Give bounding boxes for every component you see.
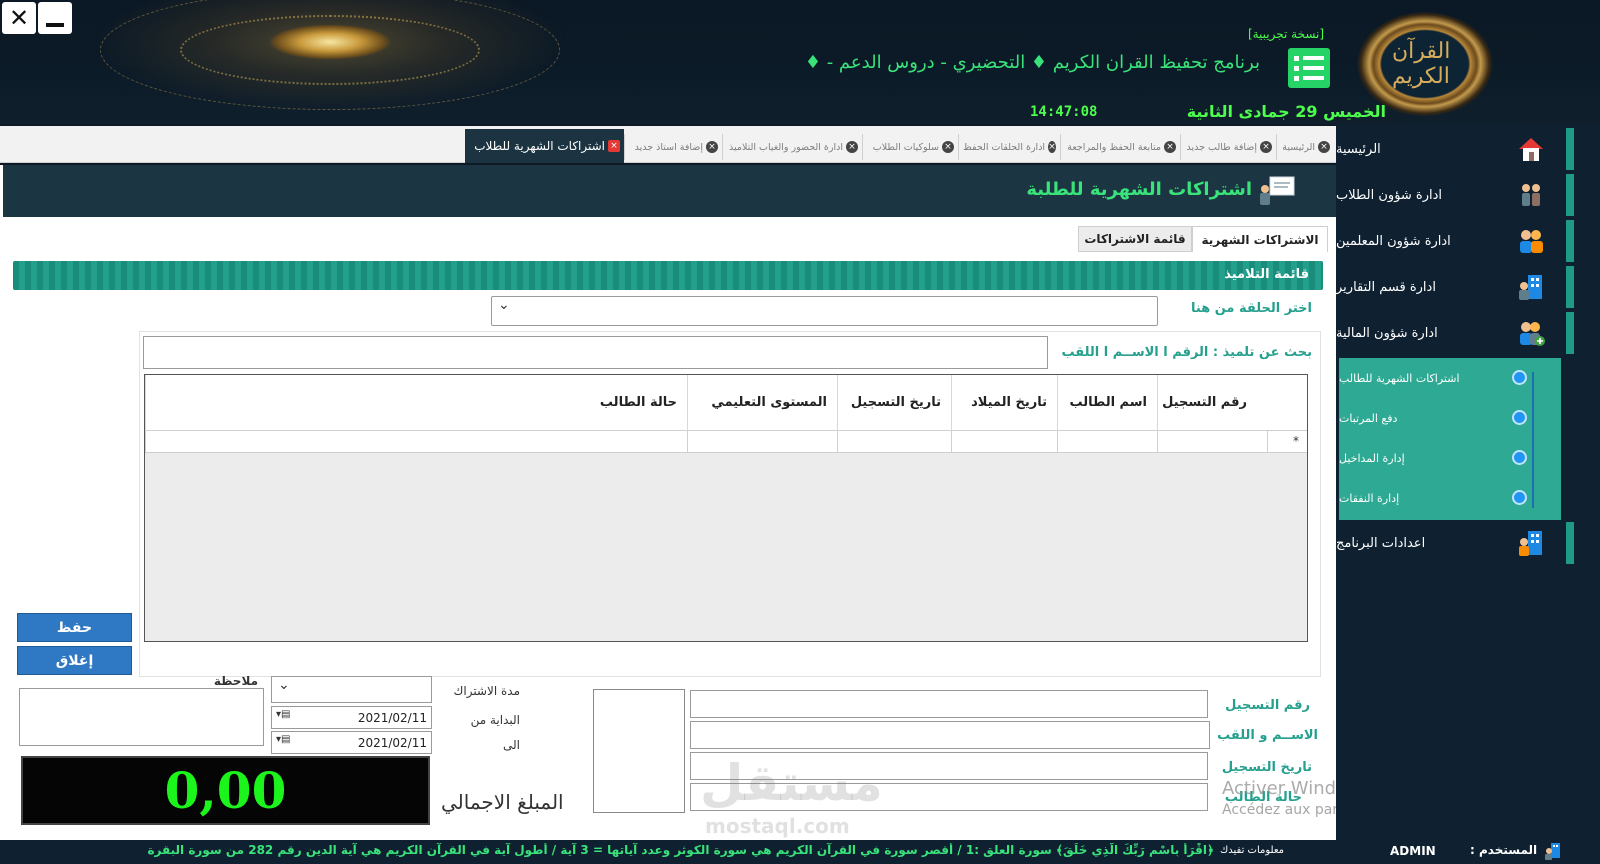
tab-behaviors[interactable]: × سلوكيات الطلاب <box>862 134 958 160</box>
choose-circle-label: اختر الحلقة من هنا <box>1191 301 1312 316</box>
calendar-dropdown-icon[interactable]: ▾▤ <box>276 734 290 745</box>
tab-attendance[interactable]: × ادارة الحضور والغياب التلاميذ <box>722 134 862 160</box>
students-list-banner: قائمة التلاميذ <box>13 261 1323 290</box>
tab-strip: × الرئيسية × إضافة طالب جديد × متابعة الحفظ… <box>0 126 1336 163</box>
header-ornament <box>60 0 600 120</box>
finance-submenu: اشتراكات الشهرية للطالب دفع المرتبات إدا… <box>1339 358 1561 520</box>
submenu-connector <box>1532 372 1534 508</box>
info-label: معلومات تفيدك <box>1220 845 1285 856</box>
tab-close-icon[interactable]: × <box>1164 141 1176 153</box>
tab-close-icon[interactable]: × <box>942 141 954 153</box>
clock: 14:47:08 <box>1030 104 1098 120</box>
status-bar: ﴿اقْرَأْ بِاسْمِ رَبِّكَ الَّذِي خَلَقَ﴾… <box>0 840 1600 864</box>
reg-no-label: رقم التسجيل <box>1225 698 1310 713</box>
tab-home[interactable]: × الرئيسية <box>1276 134 1334 160</box>
page-header: اشتراكات الشهرية للطلبة <box>0 165 1336 217</box>
duration-select[interactable] <box>271 676 432 703</box>
end-label: الى <box>503 738 520 752</box>
teachers-icon <box>1520 230 1543 253</box>
tab-memorization[interactable]: × متابعة الحفظ والمراجعة <box>1060 134 1180 160</box>
submenu-salaries[interactable]: دفع المرتبات <box>1339 398 1561 438</box>
table-row[interactable]: * <box>145 431 1307 453</box>
col-reg-no[interactable]: رقم التسجيل <box>1157 375 1257 431</box>
window-minimize-button[interactable] <box>38 2 72 34</box>
col-student-name[interactable]: اسم الطالب <box>1057 375 1157 431</box>
save-button[interactable]: حفظ <box>17 613 132 642</box>
full-name-label: الاســم و اللقب <box>1217 728 1318 743</box>
tab-close-icon[interactable]: × <box>608 140 620 152</box>
user-label: المستخدم : <box>1470 843 1538 857</box>
tab-close-icon[interactable]: × <box>1048 141 1056 153</box>
mostaql-watermark-url: mostaql.com <box>705 814 850 838</box>
hijri-date: الخميس 29 جمادى الثانية 1442 <box>1186 102 1386 124</box>
sidebar-item-students[interactable]: ادارة شؤون الطلاب <box>1336 174 1574 216</box>
tab-add-student[interactable]: × إضافة طالب جديد <box>1180 134 1276 160</box>
col-birth-date[interactable]: تاريخ الميلاد <box>951 375 1057 431</box>
app-title: برنامج تحفيظ القران الكريم ♦ التحضيري - … <box>804 52 1260 73</box>
tab-monthly[interactable]: الاشتراكات الشهرية <box>1192 226 1328 252</box>
start-label: البداية من <box>470 713 520 727</box>
sidebar-item-settings[interactable]: اعدادات البرنامج <box>1336 522 1574 564</box>
bullet-icon <box>1512 490 1527 505</box>
emblem-text: القرآن الكريم <box>1392 39 1451 89</box>
students-icon <box>1522 184 1540 206</box>
calendar-dropdown-icon[interactable]: ▾▤ <box>276 709 290 720</box>
settings-icon <box>1519 531 1542 556</box>
table-header: رقم التسجيل اسم الطالب تاريخ الميلاد تار… <box>145 375 1307 431</box>
user-icon <box>1545 843 1560 860</box>
bullet-icon <box>1512 410 1527 425</box>
end-date-field[interactable]: 2021/02/11 ▾▤ <box>271 731 432 754</box>
close-button[interactable]: إغلاق <box>17 646 132 675</box>
note-label: ملاحظة <box>213 674 258 688</box>
reg-no-field[interactable] <box>690 690 1208 718</box>
circle-select[interactable] <box>491 296 1158 326</box>
total-amount-display: 0,00 <box>21 756 430 825</box>
window-close-button[interactable]: ✕ <box>2 2 36 34</box>
trial-label: [نسخة تجريبية] <box>1247 27 1325 41</box>
sidebar-item-reports[interactable]: ادارة قسم التقارير <box>1336 266 1574 308</box>
bullet-icon <box>1512 450 1527 465</box>
sidebar-item-teachers[interactable]: ادارة شؤون المعلمين <box>1336 220 1574 262</box>
presentation-icon <box>1260 176 1295 205</box>
new-row-marker: * <box>1293 434 1299 448</box>
submenu-income[interactable]: إدارة المداخيل <box>1339 438 1561 478</box>
bullet-icon <box>1512 370 1527 385</box>
student-photo <box>593 689 685 813</box>
total-amount-label: المبلغ الاجمالي <box>441 790 564 814</box>
full-name-field[interactable] <box>690 721 1210 749</box>
minimize-icon <box>46 23 64 27</box>
tab-close-icon[interactable]: × <box>846 141 858 153</box>
info-ticker: ﴿اقْرَأْ بِاسْمِ رَبِّكَ الَّذِي خَلَقَ﴾… <box>147 843 1214 857</box>
submenu-expenses[interactable]: إدارة النفقات <box>1339 478 1561 518</box>
tab-close-icon[interactable]: × <box>1260 141 1272 153</box>
tab-monthly-subscriptions[interactable]: × اشتراكات الشهرية للطلاب <box>465 129 624 163</box>
tab-close-icon[interactable]: × <box>706 141 718 153</box>
tab-add-teacher[interactable]: × إضافة استاذ جديد <box>624 134 722 160</box>
tab-subscriptions-list[interactable]: قائمة الاشتراكات <box>1078 226 1192 252</box>
finance-icon <box>1520 322 1545 346</box>
sidebar-item-home[interactable]: الرئيسية <box>1336 128 1574 170</box>
sidebar-item-finance[interactable]: ادارة شؤون المالية <box>1336 312 1574 354</box>
col-reg-date[interactable]: تاريخ التسجيل <box>837 375 951 431</box>
reports-icon <box>1519 275 1542 300</box>
col-education-level[interactable]: المستوى التعليمي <box>687 375 837 431</box>
col-student-status[interactable]: حالة الطالب <box>145 375 687 431</box>
start-date-field[interactable]: 2021/02/11 ▾▤ <box>271 706 432 729</box>
app-header: ✕ [نسخة تجريبية] برنامج تحفيظ القران الك… <box>0 0 1600 124</box>
close-icon: ✕ <box>8 4 30 32</box>
tab-circles[interactable]: × ادارة الحلقات الحفظ <box>958 134 1060 160</box>
reg-date-label: تاريخ التسجيل <box>1221 760 1312 775</box>
students-table[interactable]: رقم التسجيل اسم الطالب تاريخ الميلاد تار… <box>144 374 1308 642</box>
mostaql-watermark: مستقل <box>700 754 883 812</box>
submenu-monthly-subscriptions[interactable]: اشتراكات الشهرية للطالب <box>1339 358 1561 398</box>
note-textarea[interactable] <box>19 688 264 746</box>
tab-close-icon[interactable]: × <box>1318 141 1330 153</box>
page-title: اشتراكات الشهرية للطلبة <box>1026 179 1252 200</box>
user-value: ADMIN <box>1390 844 1436 858</box>
search-label: بحث عن تلميذ : الرقم ا الاســم ا اللقب <box>1061 345 1312 360</box>
home-icon <box>1519 138 1543 161</box>
duration-label: مدة الاشتراك <box>453 684 520 698</box>
menu-list-icon[interactable] <box>1288 48 1330 88</box>
student-search-input[interactable] <box>143 336 1048 369</box>
